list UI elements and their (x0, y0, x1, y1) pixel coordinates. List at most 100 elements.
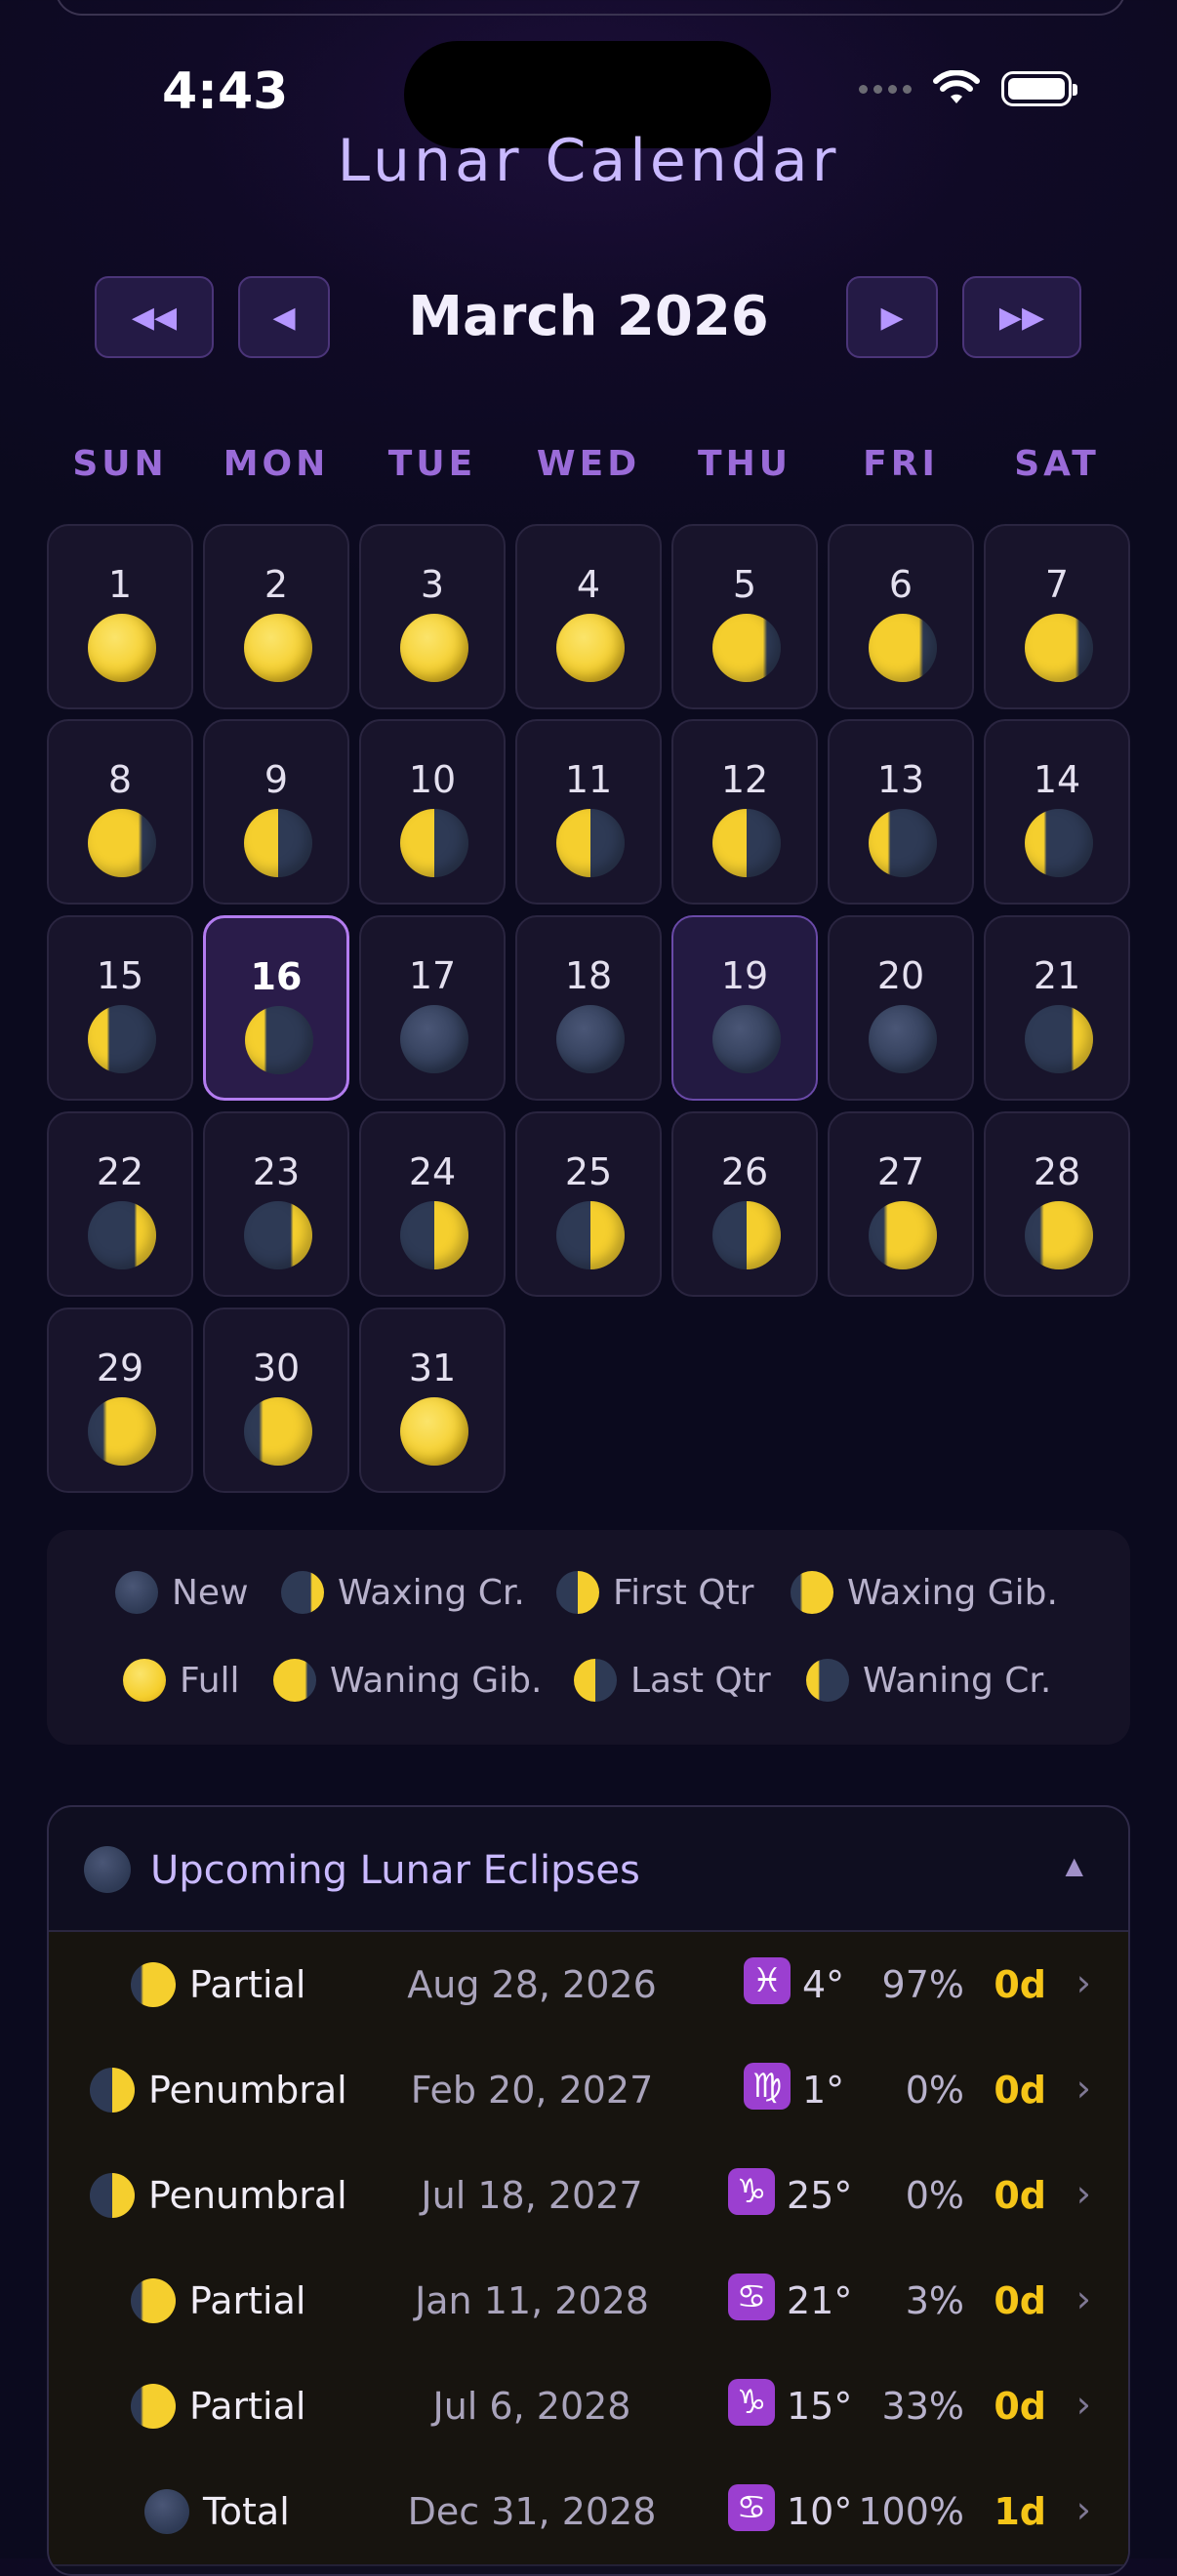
zodiac-degree: 1° (802, 2069, 845, 2112)
waxing-gibbous-moon-icon (244, 1397, 312, 1466)
waning-gibbous-moon-icon (1025, 614, 1093, 682)
eclipse-type-label: Partial (189, 2279, 306, 2322)
eclipse-row[interactable]: Penumbral Feb 20, 2027 ♍ 1° 0% 0d › (49, 2037, 1128, 2145)
next-year-button[interactable]: ▶▶ (962, 276, 1081, 358)
waning-gibbous-moon-icon (712, 614, 781, 682)
last-quarter-moon-icon (574, 1659, 617, 1702)
prev-month-button[interactable]: ◀ (238, 276, 330, 358)
day-number: 7 (1044, 563, 1070, 606)
day-number: 13 (876, 758, 925, 801)
waxing-gibbous-moon-icon (1025, 1201, 1093, 1269)
day-cell-26[interactable]: 26 (671, 1111, 818, 1297)
eclipse-row[interactable]: Total Dec 31, 2028 ♋ 10° 100% 1d › (49, 2459, 1128, 2566)
waning-crescent-moon-icon (869, 809, 937, 877)
chevron-right-icon[interactable]: › (1076, 2488, 1091, 2531)
day-cell-8[interactable]: 8 (47, 719, 193, 905)
day-cell-13[interactable]: 13 (828, 719, 974, 905)
legend-label: Full (180, 1660, 240, 1701)
day-number: 29 (96, 1347, 144, 1389)
day-cell-22[interactable]: 22 (47, 1111, 193, 1297)
waxing-crescent-moon-icon (88, 1201, 156, 1269)
day-cell-24[interactable]: 24 (359, 1111, 506, 1297)
eclipse-row[interactable]: Partial Jul 6, 2028 ♑ 15° 33% 0d › (49, 2354, 1128, 2461)
collapse-caret-icon[interactable]: ▲ (1066, 1852, 1083, 1879)
day-cell-15[interactable]: 15 (47, 915, 193, 1101)
legend-label: Waning Gib. (330, 1660, 543, 1701)
day-cell-16[interactable]: 16 (203, 915, 349, 1101)
day-cell-2[interactable]: 2 (203, 524, 349, 709)
waning-gibbous-moon-icon (273, 1659, 316, 1702)
legend-label: First Qtr (613, 1572, 754, 1613)
waning-gibbous-moon-icon (88, 809, 156, 877)
chevron-right-icon[interactable]: › (1076, 2383, 1091, 2426)
day-number: 12 (720, 758, 769, 801)
day-number: 10 (408, 758, 457, 801)
prev-year-button[interactable]: ◀◀ (95, 276, 214, 358)
day-cell-20[interactable]: 20 (828, 915, 974, 1101)
legend-label: Last Qtr (630, 1660, 771, 1701)
eclipse-moon-icon (90, 2068, 135, 2113)
legend-item-last-quarter: Last Qtr (574, 1659, 771, 1702)
eclipse-date: Aug 28, 2026 (407, 1963, 657, 2006)
waning-crescent-moon-icon (88, 1005, 156, 1073)
day-cell-21[interactable]: 21 (984, 915, 1130, 1101)
day-cell-31[interactable]: 31 (359, 1308, 506, 1493)
day-number: 8 (107, 758, 133, 801)
day-cell-9[interactable]: 9 (203, 719, 349, 905)
day-cell-14[interactable]: 14 (984, 719, 1130, 905)
day-cell-1[interactable]: 1 (47, 524, 193, 709)
legend-item-full: Full (123, 1659, 240, 1702)
day-cell-6[interactable]: 6 (828, 524, 974, 709)
eclipse-type-label: Penumbral (148, 2174, 347, 2217)
eclipses-header[interactable]: Upcoming Lunar Eclipses ▲ (49, 1807, 1128, 1932)
day-number: 15 (96, 954, 144, 997)
zodiac-degree: 21° (787, 2279, 853, 2322)
day-cell-25[interactable]: 25 (515, 1111, 662, 1297)
day-cell-5[interactable]: 5 (671, 524, 818, 709)
legend-label: Waxing Cr. (338, 1572, 525, 1613)
day-cell-12[interactable]: 12 (671, 719, 818, 905)
day-number: 9 (264, 758, 289, 801)
next-month-button[interactable]: ▶ (846, 276, 938, 358)
chevron-right-icon[interactable]: › (1076, 2277, 1091, 2320)
cellular-signal-icon (859, 84, 912, 94)
day-number: 19 (720, 954, 769, 997)
day-cell-7[interactable]: 7 (984, 524, 1130, 709)
eclipse-row[interactable]: Penumbral Jul 18, 2027 ♑ 25° 0% 0d › (49, 2143, 1128, 2250)
month-title: March 2026 (408, 285, 769, 348)
day-cell-27[interactable]: 27 (828, 1111, 974, 1297)
full-moon-icon (244, 614, 312, 682)
eclipse-row[interactable]: Partial Jan 11, 2028 ♋ 21° 3% 0d › (49, 2248, 1128, 2355)
chevron-right-icon[interactable]: › (1076, 2067, 1091, 2110)
day-cell-17[interactable]: 17 (359, 915, 506, 1101)
legend-item-waning-crescent: Waning Cr. (806, 1659, 1051, 1702)
legend-item-waxing-crescent: Waxing Cr. (281, 1571, 525, 1614)
chevron-right-icon[interactable]: › (1076, 1961, 1091, 2004)
day-cell-11[interactable]: 11 (515, 719, 662, 905)
eclipse-magnitude: 0% (905, 2174, 964, 2217)
day-cell-29[interactable]: 29 (47, 1308, 193, 1493)
day-number: 6 (888, 563, 913, 606)
day-cell-23[interactable]: 23 (203, 1111, 349, 1297)
eclipse-countdown: 0d (994, 2279, 1046, 2322)
day-number: 3 (420, 563, 445, 606)
waxing-crescent-moon-icon (1025, 1005, 1093, 1073)
status-icons (859, 70, 1077, 107)
day-cell-19[interactable]: 19 (671, 915, 818, 1101)
day-cell-4[interactable]: 4 (515, 524, 662, 709)
first-quarter-moon-icon (556, 1201, 625, 1269)
day-cell-3[interactable]: 3 (359, 524, 506, 709)
chevron-right-icon[interactable]: › (1076, 2172, 1091, 2215)
weekday-sat: SAT (1014, 444, 1100, 484)
eclipse-type: Partial (131, 2248, 305, 2354)
day-cell-30[interactable]: 30 (203, 1308, 349, 1493)
day-number: 16 (250, 955, 303, 998)
day-cell-28[interactable]: 28 (984, 1111, 1130, 1297)
eclipse-row[interactable]: Partial Aug 28, 2026 ♓ 4° 97% 0d › (49, 1932, 1128, 2039)
day-cell-18[interactable]: 18 (515, 915, 662, 1101)
day-number: 11 (564, 758, 613, 801)
status-time: 4:43 (162, 62, 289, 121)
day-cell-10[interactable]: 10 (359, 719, 506, 905)
full-moon-icon (556, 614, 625, 682)
zodiac-degree: 4° (802, 1963, 845, 2006)
